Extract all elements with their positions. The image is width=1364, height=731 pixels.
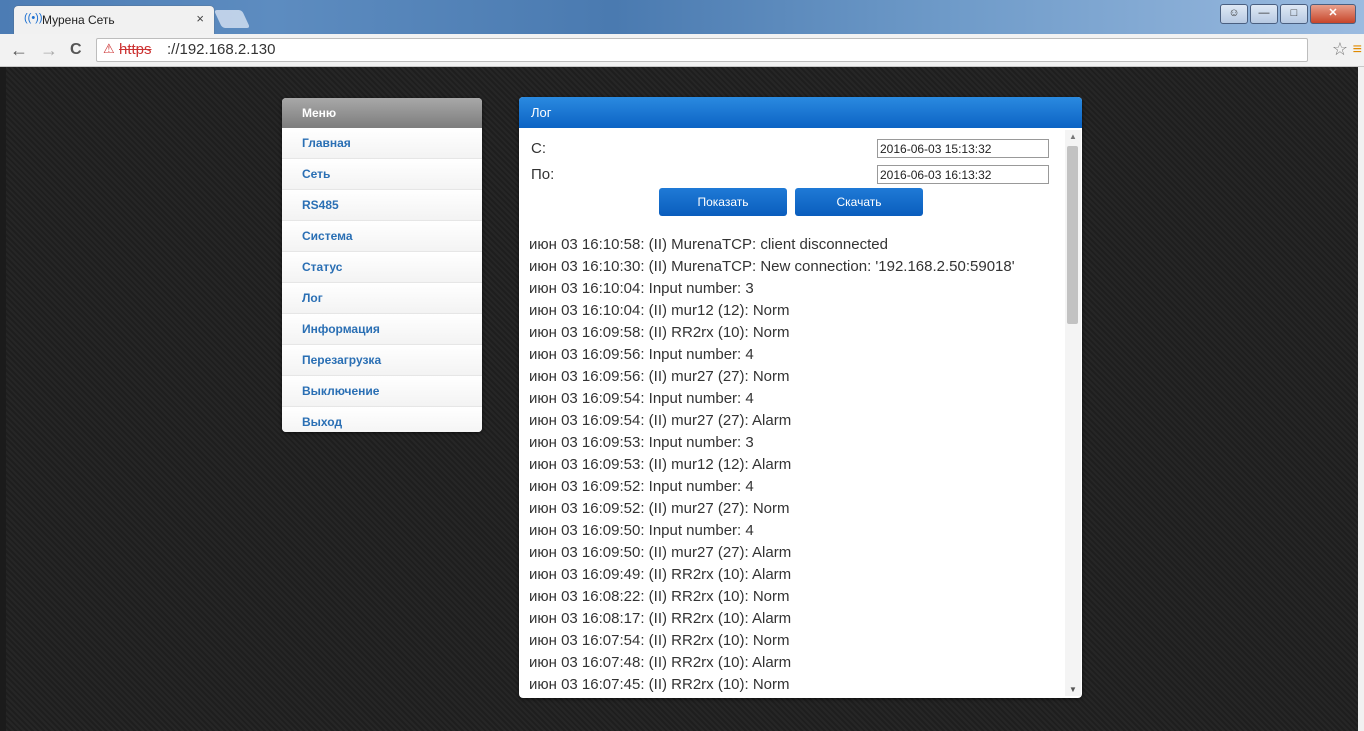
to-label: По:	[531, 166, 555, 183]
from-date-input[interactable]	[877, 139, 1049, 158]
log-line: июн 03 16:09:53: (II) mur12 (12): Alarm	[529, 456, 792, 473]
from-label: С:	[531, 140, 546, 157]
log-line: июн 03 16:08:17: (II) RR2rx (10): Alarm	[529, 610, 792, 627]
insecure-lock-icon: ⚠	[103, 41, 115, 56]
menu-item-main[interactable]: Главная	[282, 128, 482, 159]
log-line: июн 03 16:10:58: (II) MurenaTCP: client …	[529, 236, 888, 253]
log-line: июн 03 16:07:45: (II) RR2rx (10): Norm	[529, 676, 790, 693]
log-line: июн 03 16:08:22: (II) RR2rx (10): Norm	[529, 588, 790, 605]
forward-button[interactable]: →	[40, 40, 58, 61]
url-protocol: https	[119, 41, 152, 58]
log-line: июн 03 16:09:50: (II) mur27 (27): Alarm	[529, 544, 792, 561]
reload-button[interactable]: C	[70, 41, 82, 59]
browser-tab[interactable]: ((•)) Мурена Сеть ×	[14, 6, 214, 34]
scroll-thumb[interactable]	[1067, 146, 1078, 324]
download-button[interactable]: Скачать	[795, 188, 923, 216]
browser-menu-icon[interactable]: ≡	[1353, 41, 1362, 59]
log-line: июн 03 16:10:04: Input number: 3	[529, 280, 754, 297]
log-line: июн 03 16:09:56: (II) mur27 (27): Norm	[529, 368, 790, 385]
show-button[interactable]: Показать	[659, 188, 787, 216]
side-menu: Меню Главная Сеть RS485 Система Статус Л…	[282, 98, 482, 432]
menu-item-reboot[interactable]: Перезагрузка	[282, 345, 482, 376]
to-date-input[interactable]	[877, 165, 1049, 184]
tab-title: Мурена Сеть	[42, 13, 115, 27]
tab-close-icon[interactable]: ×	[196, 11, 204, 26]
window-titlebar: ((•)) Мурена Сеть × ☺ — □ ✕	[0, 0, 1364, 34]
browser-toolbar: ← → C ⚠ https ://192.168.2.130 ☆ ≡	[0, 34, 1364, 67]
menu-header: Меню	[282, 98, 482, 128]
menu-item-info[interactable]: Информация	[282, 314, 482, 345]
log-line: июн 03 16:09:50: Input number: 4	[529, 522, 754, 539]
log-line: июн 03 16:09:54: (II) mur27 (27): Alarm	[529, 412, 792, 429]
wifi-icon: ((•))	[24, 12, 43, 24]
log-line: июн 03 16:09:52: Input number: 4	[529, 478, 754, 495]
log-line: июн 03 16:07:48: (II) RR2rx (10): Alarm	[529, 654, 792, 671]
log-list: июн 03 16:10:58: (II) MurenaTCP: client …	[529, 234, 1069, 696]
log-line: июн 03 16:09:58: (II) RR2rx (10): Norm	[529, 324, 790, 341]
bookmark-star-icon[interactable]: ☆	[1332, 39, 1348, 60]
log-panel: Лог С: По: Показать Скачать июн 03 16:10…	[519, 97, 1082, 698]
menu-item-log[interactable]: Лог	[282, 283, 482, 314]
url-host: ://192.168.2.130	[167, 41, 276, 58]
scroll-up-icon[interactable]: ▲	[1069, 132, 1077, 141]
menu-item-system[interactable]: Система	[282, 221, 482, 252]
menu-item-shutdown[interactable]: Выключение	[282, 376, 482, 407]
log-scrollbar[interactable]: ▲ ▼	[1065, 130, 1081, 696]
log-line: июн 03 16:07:54: (II) RR2rx (10): Norm	[529, 632, 790, 649]
close-window-button[interactable]: ✕	[1310, 4, 1356, 24]
menu-item-rs485[interactable]: RS485	[282, 190, 482, 221]
log-line: июн 03 16:09:56: Input number: 4	[529, 346, 754, 363]
log-panel-title: Лог	[519, 97, 1082, 128]
log-line: июн 03 16:10:04: (II) mur12 (12): Norm	[529, 302, 790, 319]
page-scrollbar[interactable]	[1358, 67, 1364, 731]
scroll-down-icon[interactable]: ▼	[1069, 685, 1077, 694]
window-controls: ☺ — □ ✕	[1220, 4, 1356, 24]
minimize-button[interactable]: —	[1250, 4, 1278, 24]
new-tab-button[interactable]	[213, 10, 251, 28]
log-line: июн 03 16:09:49: (II) RR2rx (10): Alarm	[529, 566, 792, 583]
log-line: июн 03 16:09:54: Input number: 4	[529, 390, 754, 407]
menu-item-status[interactable]: Статус	[282, 252, 482, 283]
log-line: июн 03 16:10:30: (II) MurenaTCP: New con…	[529, 258, 1015, 275]
address-bar[interactable]: ⚠ https ://192.168.2.130	[96, 38, 1308, 62]
menu-item-network[interactable]: Сеть	[282, 159, 482, 190]
menu-item-logout[interactable]: Выход	[282, 407, 482, 432]
back-button[interactable]: ←	[10, 40, 28, 61]
user-icon[interactable]: ☺	[1220, 4, 1248, 24]
maximize-button[interactable]: □	[1280, 4, 1308, 24]
log-line: июн 03 16:09:53: Input number: 3	[529, 434, 754, 451]
log-line: июн 03 16:09:52: (II) mur27 (27): Norm	[529, 500, 790, 517]
